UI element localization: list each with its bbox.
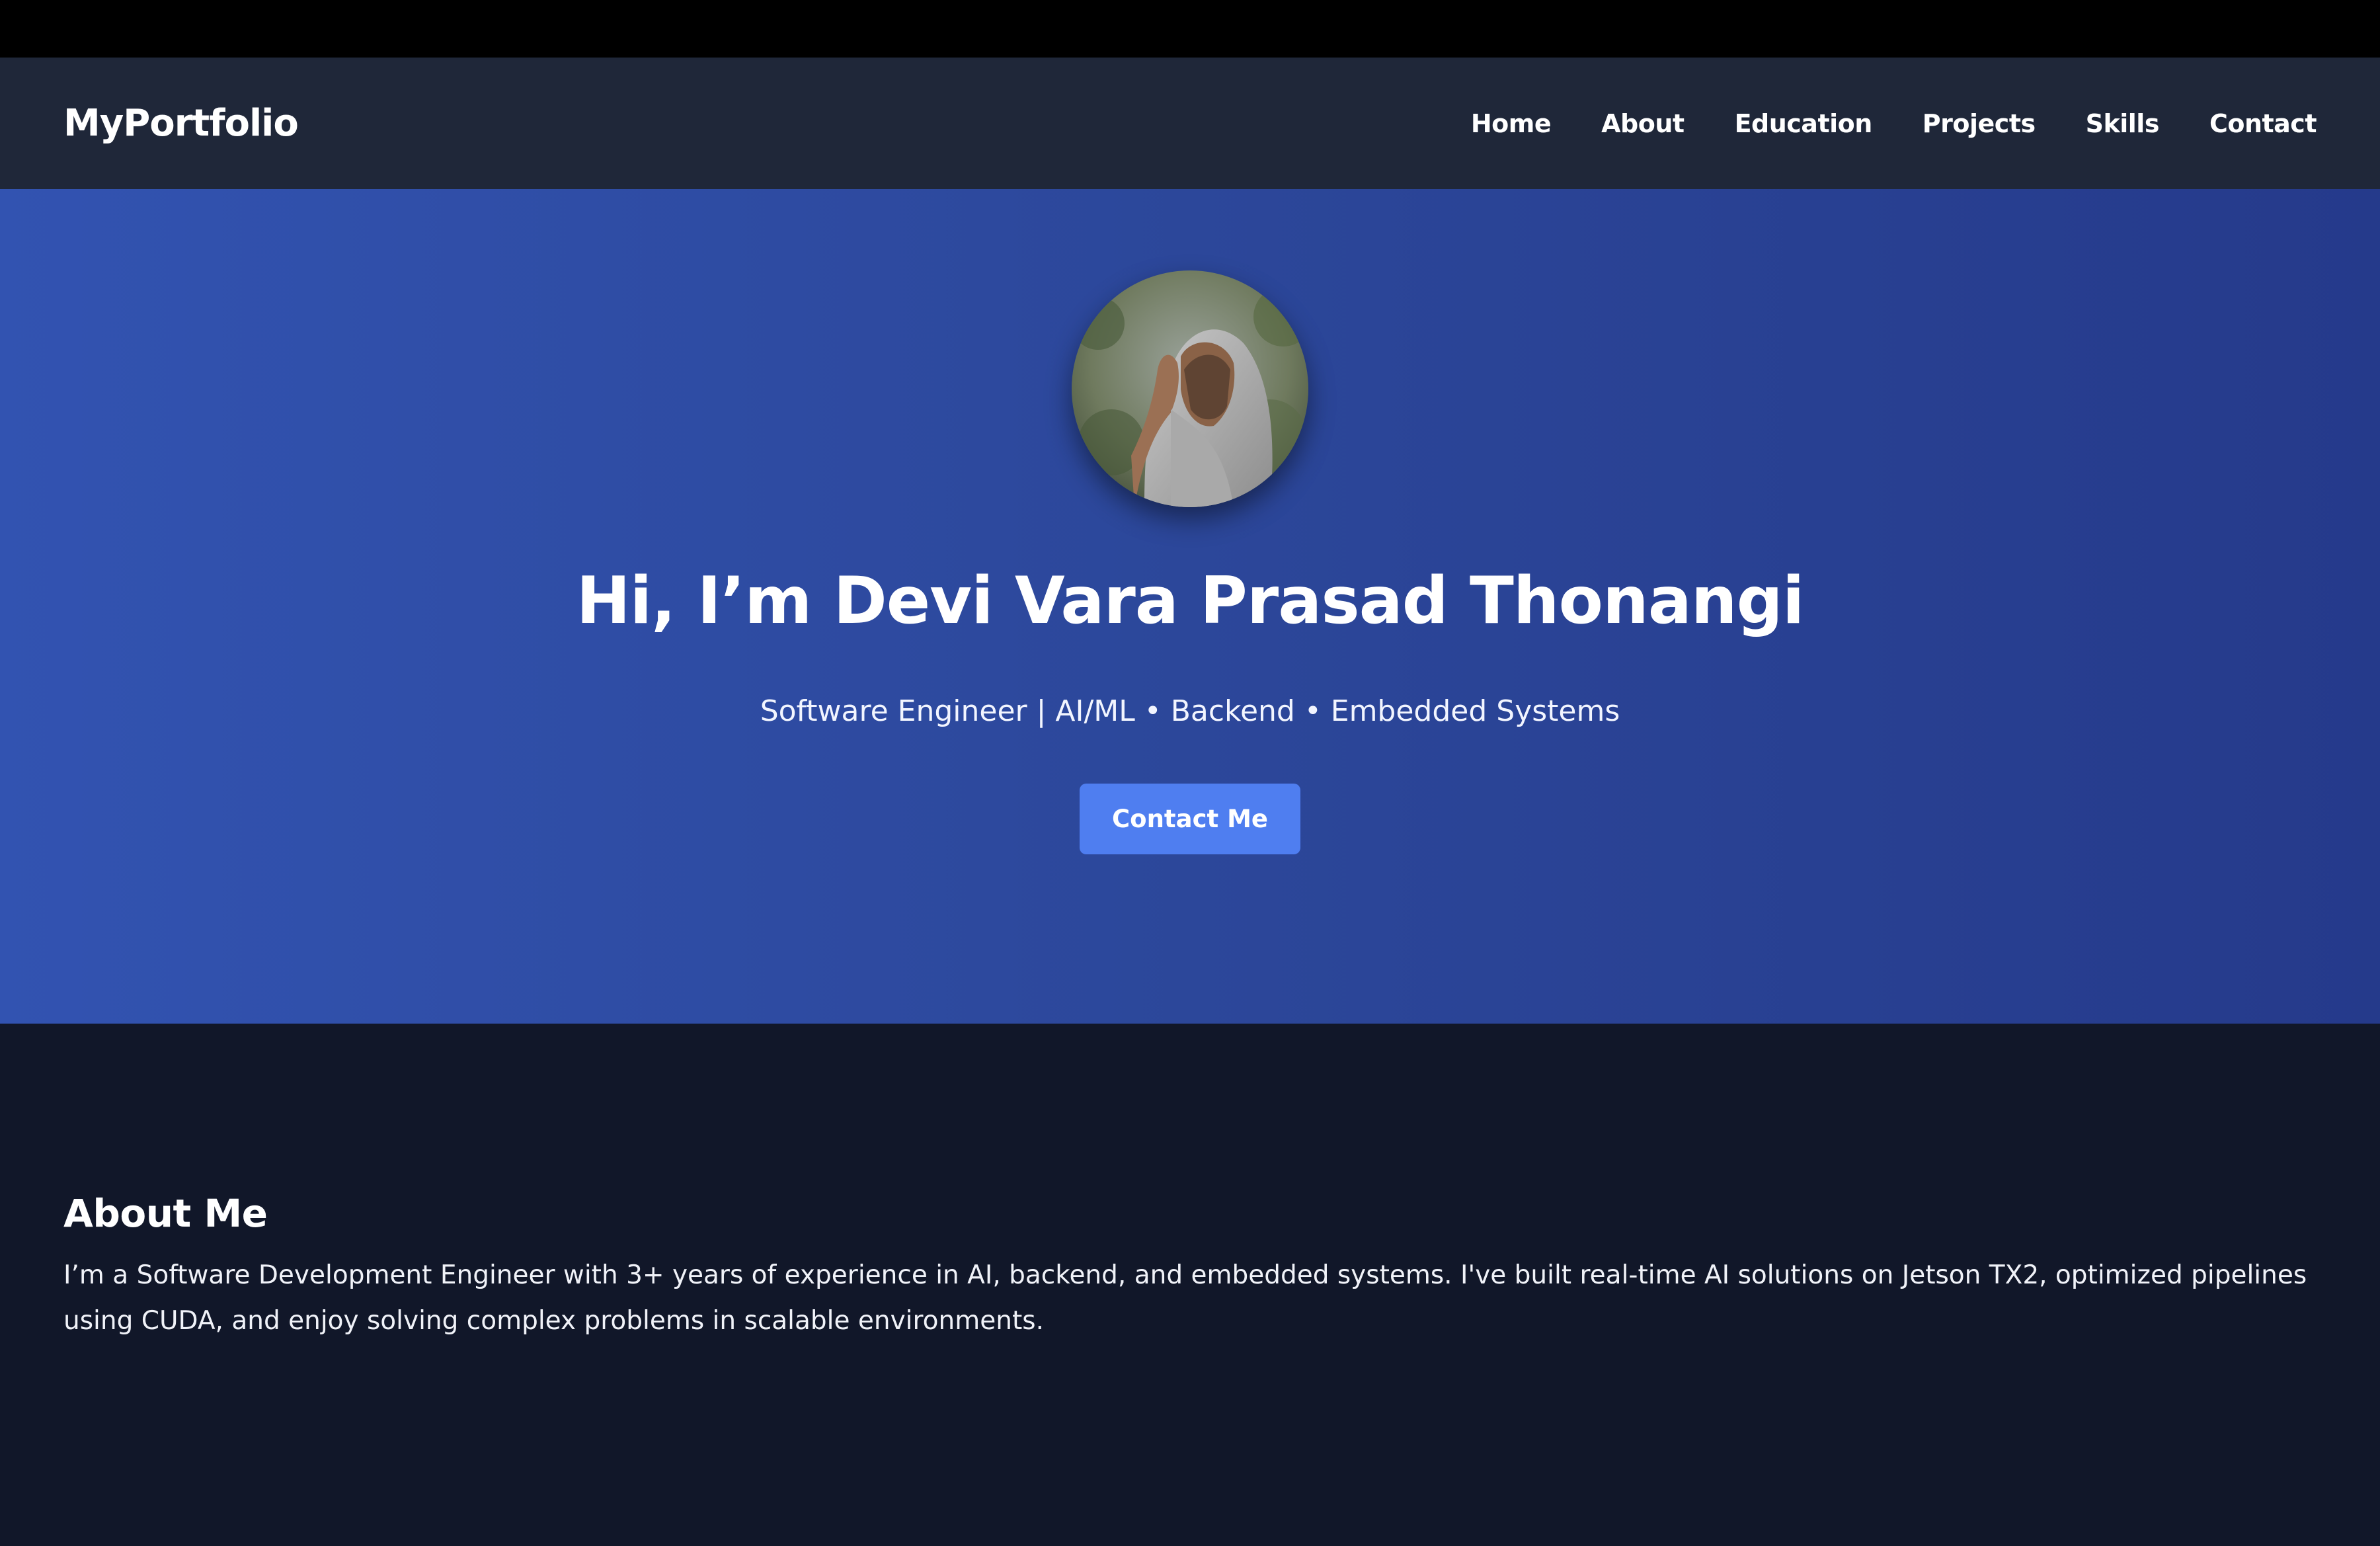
hero-subtitle: Software Engineer | AI/ML • Backend • Em…: [760, 694, 1620, 728]
hero-section: Hi, I’m Devi Vara Prasad Thonangi Softwa…: [0, 189, 2380, 1024]
nav-link-projects[interactable]: Projects: [1923, 109, 2036, 138]
nav-link-home[interactable]: Home: [1471, 109, 1552, 138]
browser-top-bar: [0, 0, 2380, 58]
profile-avatar: [1072, 270, 1308, 507]
nav-link-education[interactable]: Education: [1735, 109, 1873, 138]
nav-link-about[interactable]: About: [1601, 109, 1685, 138]
about-section: About Me I’m a Software Development Engi…: [0, 1024, 2380, 1546]
about-text: I’m a Software Development Engineer with…: [63, 1260, 2307, 1336]
nav-links: Home About Education Projects Skills Con…: [1471, 58, 2317, 189]
navbar: MyPortfolio Home About Education Project…: [0, 58, 2380, 189]
profile-photo: [1072, 270, 1308, 507]
brand-logo[interactable]: MyPortfolio: [63, 58, 299, 189]
hero-title: Hi, I’m Devi Vara Prasad Thonangi: [576, 563, 1805, 639]
nav-link-contact[interactable]: Contact: [2209, 109, 2317, 138]
about-title: About Me: [63, 1191, 268, 1236]
contact-me-button[interactable]: Contact Me: [1080, 784, 1300, 854]
nav-link-skills[interactable]: Skills: [2086, 109, 2160, 138]
